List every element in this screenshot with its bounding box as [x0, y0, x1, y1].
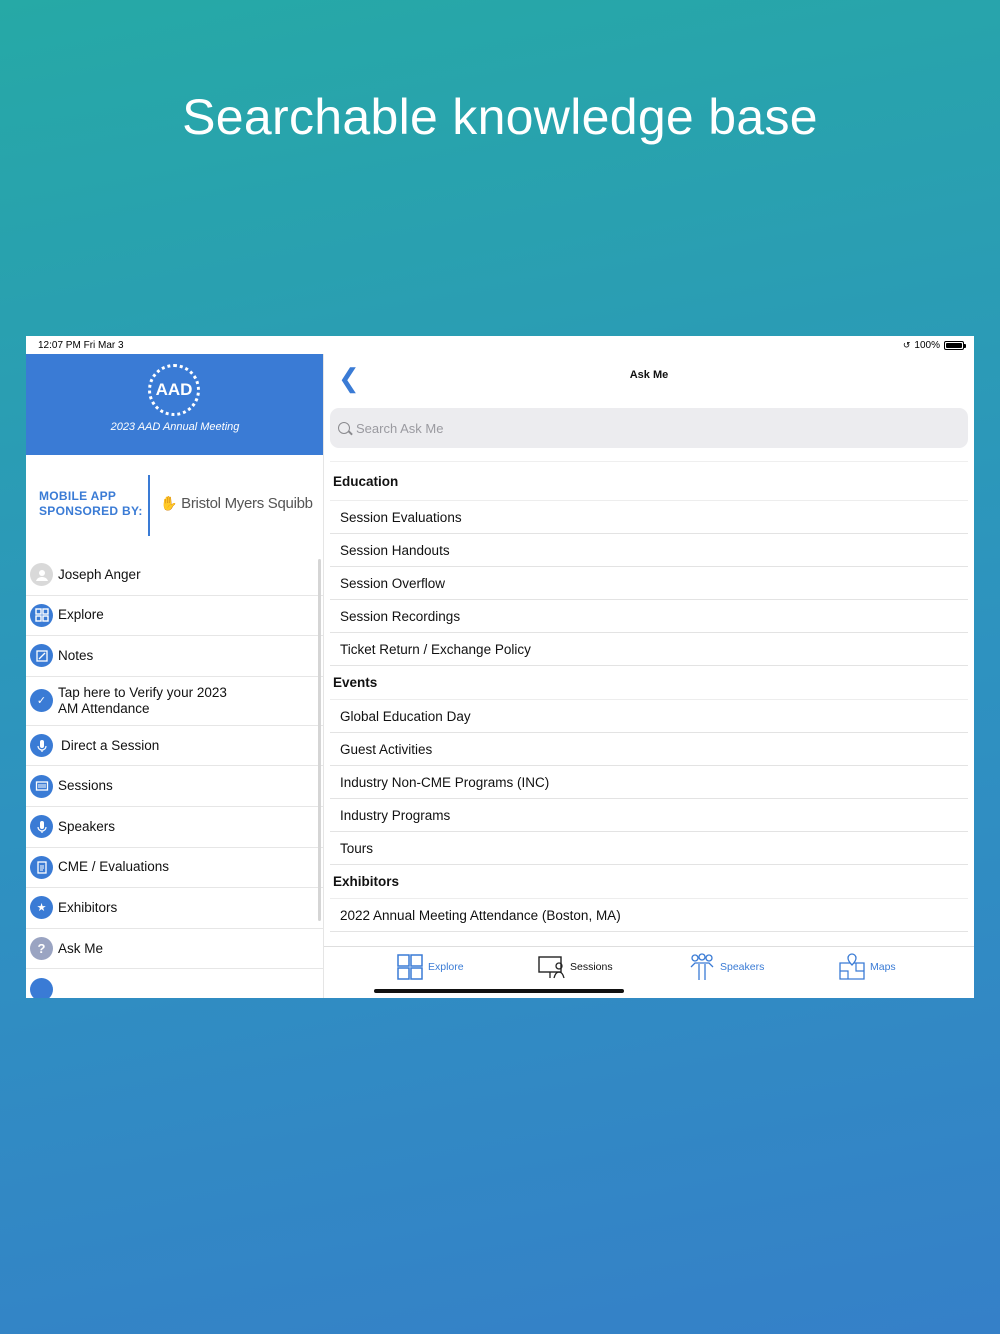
- sponsor-banner[interactable]: MOBILE APP SPONSORED BY: ✋ Bristol Myers…: [26, 455, 323, 555]
- sponsor-label: MOBILE APP SPONSORED BY:: [39, 489, 143, 518]
- home-indicator[interactable]: [374, 989, 624, 993]
- notes-icon: [30, 644, 53, 668]
- search-icon: [338, 422, 350, 434]
- sessions-icon: [30, 774, 53, 798]
- list-item[interactable]: Session Handouts: [330, 534, 968, 567]
- faq-list: Education Session Evaluations Session Ha…: [330, 461, 968, 932]
- exhibitors-icon: ★: [30, 896, 53, 920]
- sidebar-item-label: Joseph Anger: [58, 566, 141, 582]
- grid-icon: [396, 953, 424, 981]
- ask-me-panel: ❮ Ask Me Education Session Evaluations S…: [324, 354, 974, 998]
- microphone-icon: [30, 734, 53, 758]
- sponsor-divider: [148, 475, 150, 536]
- sidebar-item-explore[interactable]: Explore: [26, 596, 324, 637]
- aad-logo: AAD: [148, 364, 200, 416]
- orientation-lock-icon: ↺: [902, 340, 911, 350]
- sidebar-item-label: CME / Evaluations: [58, 859, 170, 875]
- bms-hand-icon: ✋: [160, 495, 178, 511]
- sidebar-item-label: Speakers: [58, 818, 116, 834]
- section-header-events: Events: [330, 666, 968, 700]
- list-item[interactable]: Ticket Return / Exchange Policy: [330, 633, 968, 666]
- sidebar-item-direct-session[interactable]: Direct a Session: [26, 726, 324, 767]
- sidebar-item-label: Direct a Session: [61, 737, 160, 753]
- list-item[interactable]: Global Education Day: [330, 700, 968, 733]
- page-title: Ask Me: [629, 369, 669, 381]
- list-item[interactable]: Industry Non-CME Programs (INC): [330, 766, 968, 799]
- tab-maps[interactable]: Maps: [838, 953, 896, 981]
- sidebar-item-notes[interactable]: Notes: [26, 636, 324, 677]
- list-item[interactable]: Guest Activities: [330, 733, 968, 766]
- meeting-title: 2023 AAD Annual Meeting: [110, 421, 240, 433]
- microphone-icon: [30, 815, 53, 839]
- sidebar-scrollbar[interactable]: [318, 559, 321, 921]
- nav-bar: ❮ Ask Me: [324, 354, 974, 404]
- grid-icon: [30, 603, 53, 627]
- battery-icon: [944, 341, 966, 350]
- sidebar-item-label: Exhibitors: [58, 899, 118, 915]
- tab-sessions[interactable]: Sessions: [538, 953, 613, 981]
- sponsor-logo: ✋ Bristol Myers Squibb: [160, 495, 313, 512]
- headline: Searchable knowledge base: [182, 89, 818, 145]
- section-header-education: Education: [330, 462, 968, 501]
- tab-label: Sessions: [570, 961, 613, 973]
- map-icon: [838, 953, 866, 981]
- sidebar-item-label: Tap here to Verify your 2023 AM Attendan…: [58, 684, 227, 716]
- tab-label: Explore: [428, 961, 464, 973]
- sidebar-item-cme-evaluations[interactable]: CME / Evaluations: [26, 848, 324, 889]
- question-icon: ?: [30, 937, 53, 961]
- sidebar-item-label: Ask Me: [58, 940, 104, 956]
- sidebar-item-sessions[interactable]: Sessions: [26, 766, 324, 807]
- user-icon: [30, 563, 53, 587]
- brand-header: AAD 2023 AAD Annual Meeting: [26, 354, 323, 455]
- sidebar-item-ask-me[interactable]: ? Ask Me: [26, 929, 324, 970]
- partial-icon: [30, 977, 53, 998]
- sidebar-item-label: Notes: [58, 647, 94, 663]
- search-bar[interactable]: [330, 408, 968, 448]
- sidebar: AAD 2023 AAD Annual Meeting MOBILE APP S…: [26, 354, 324, 998]
- sidebar-menu: Joseph Anger Explore Notes ✓ Tap here to…: [26, 555, 324, 998]
- sidebar-item-verify-attendance[interactable]: ✓ Tap here to Verify your 2023 AM Attend…: [26, 677, 324, 726]
- list-item[interactable]: Industry Programs: [330, 799, 968, 832]
- list-item[interactable]: 2022 Annual Meeting Attendance (Boston, …: [330, 899, 968, 932]
- status-time: 12:07 PM Fri Mar 3: [38, 340, 124, 351]
- sidebar-item-exhibitors[interactable]: ★ Exhibitors: [26, 888, 324, 929]
- list-item[interactable]: Session Recordings: [330, 600, 968, 633]
- tab-bar: Explore Sessions Speakers Maps: [324, 946, 974, 998]
- tab-explore[interactable]: Explore: [396, 953, 464, 981]
- speakers-icon: [688, 953, 716, 981]
- battery-percent: 100%: [914, 340, 940, 351]
- verify-icon: ✓: [30, 689, 53, 713]
- presentation-icon: [538, 953, 566, 981]
- sponsor-name: Bristol Myers Squibb: [181, 495, 313, 512]
- list-item[interactable]: Tours: [330, 832, 968, 865]
- section-header-exhibitors: Exhibitors: [330, 865, 968, 899]
- tab-speakers[interactable]: Speakers: [688, 953, 764, 981]
- tab-label: Maps: [870, 961, 896, 973]
- list-item[interactable]: Session Overflow: [330, 567, 968, 600]
- sidebar-item-label: Explore: [58, 607, 104, 623]
- search-input[interactable]: [356, 420, 936, 436]
- sidebar-item-profile[interactable]: Joseph Anger: [26, 555, 324, 596]
- list-item[interactable]: Session Evaluations: [330, 501, 968, 534]
- sidebar-item-partial[interactable]: [26, 969, 324, 998]
- tab-label: Speakers: [720, 961, 765, 973]
- sidebar-item-label: Sessions: [58, 778, 113, 794]
- status-bar: 12:07 PM Fri Mar 3 ↺ 100%: [26, 336, 974, 354]
- clipboard-icon: [30, 855, 53, 879]
- sidebar-item-speakers[interactable]: Speakers: [26, 807, 324, 848]
- device-screen: 12:07 PM Fri Mar 3 ↺ 100% AAD 2023 AAD A…: [26, 336, 974, 998]
